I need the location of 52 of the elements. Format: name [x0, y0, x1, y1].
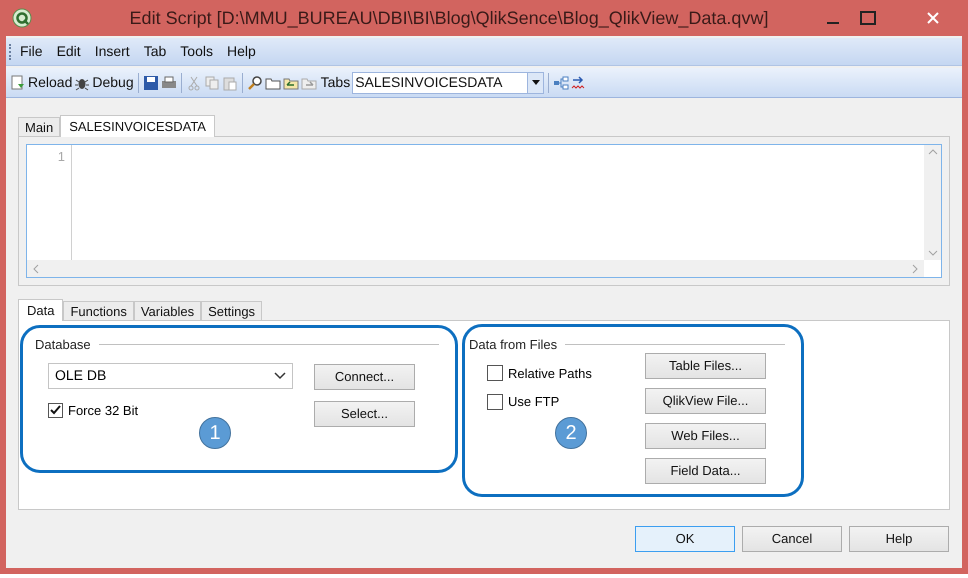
button[interactable]: Connect...: [314, 364, 415, 390]
checkbox[interactable]: [487, 394, 503, 410]
button[interactable]: Select...: [314, 400, 415, 426]
document-arrow-icon: [10, 74, 26, 90]
tab[interactable]: Variables: [134, 301, 202, 320]
group-label: Data from Files: [469, 336, 558, 354]
tab[interactable]: Main: [18, 117, 60, 136]
checkbox[interactable]: [487, 365, 503, 382]
menu-item[interactable]: File: [13, 41, 50, 62]
window-title: Edit Script [D:\MMU_BUREAU\DBI\BI\Blog\QlikSence\Blog_QlikView_Data.qvw]: [128, 6, 770, 30]
tab[interactable]: Data: [18, 299, 64, 321]
button[interactable]: Field Data...: [645, 458, 766, 484]
close-icon[interactable]: [926, 11, 940, 25]
debug-button[interactable]: Debug: [74, 72, 134, 93]
tab[interactable]: Functions: [63, 301, 134, 320]
checkbox-label: Relative Paths: [508, 364, 592, 382]
reload-button[interactable]: Reload: [10, 72, 72, 93]
menu-item[interactable]: Tab: [136, 41, 174, 62]
checkbox-label: Force 32 Bit: [68, 402, 138, 420]
save-icon[interactable]: [142, 74, 159, 90]
maximize-icon[interactable]: [860, 11, 876, 25]
button[interactable]: Web Files...: [645, 422, 766, 448]
paste-icon[interactable]: [222, 74, 238, 90]
group-label: Database: [35, 336, 91, 354]
button[interactable]: Help: [849, 526, 949, 552]
app-icon: [12, 8, 32, 28]
button[interactable]: QlikView File...: [645, 388, 766, 414]
scroll-up-icon[interactable]: [928, 149, 938, 155]
menu-item[interactable]: Edit: [50, 41, 88, 62]
scroll-left-icon[interactable]: [33, 264, 39, 274]
button[interactable]: OK: [635, 526, 735, 552]
tab[interactable]: Settings: [201, 301, 262, 320]
menu-item[interactable]: Insert: [88, 41, 137, 62]
checkbox-label: Use FTP: [508, 393, 560, 411]
tab-dropdown[interactable]: SALESINVOICESDATA: [352, 72, 544, 94]
horizontal-scrollbar[interactable]: [27, 260, 924, 277]
button[interactable]: Table Files...: [645, 352, 766, 378]
chevron-down-icon: [274, 372, 286, 380]
search-icon[interactable]: [246, 74, 263, 90]
menu-item[interactable]: Help: [220, 41, 263, 62]
checkbox[interactable]: [48, 402, 63, 418]
scroll-right-icon[interactable]: [912, 264, 918, 274]
driver-dropdown[interactable]: OLE DB: [48, 362, 293, 388]
scroll-down-icon[interactable]: [928, 250, 938, 256]
line-number: 1: [56, 149, 65, 165]
toolbar-label: Tabs: [320, 73, 350, 92]
vertical-scrollbar[interactable]: [924, 145, 941, 260]
hierarchy-icon[interactable]: [553, 74, 570, 90]
menu-item[interactable]: Tools: [173, 41, 220, 62]
button[interactable]: Cancel: [742, 526, 842, 552]
tab[interactable]: SALESINVOICESDATA: [60, 115, 215, 137]
print-icon[interactable]: [160, 74, 177, 90]
